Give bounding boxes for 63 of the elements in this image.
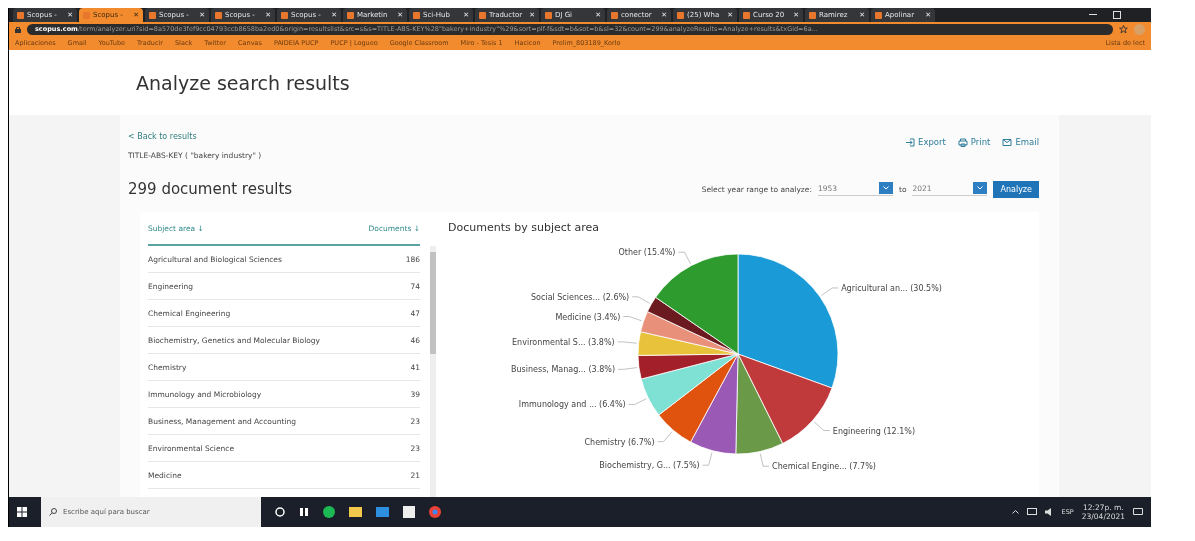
- slice-label: Business, Manag... (3.8%): [511, 365, 616, 375]
- network-icon[interactable]: [1026, 508, 1037, 516]
- task-view-icon[interactable]: [299, 507, 309, 517]
- leader-line: [631, 296, 650, 304]
- leader-line: [813, 421, 831, 431]
- site-icon: [545, 11, 552, 19]
- action-link[interactable]: Export: [905, 124, 946, 160]
- browser-icon[interactable]: [429, 506, 441, 518]
- site-icon: [875, 11, 882, 19]
- leader-line: [628, 398, 647, 405]
- minimize-icon[interactable]: [1089, 14, 1097, 16]
- slice-label: Chemistry (6.7%): [584, 437, 655, 447]
- site-icon: [413, 11, 420, 19]
- slice-label: Other (15.4%): [618, 248, 676, 258]
- leader-line: [678, 251, 691, 265]
- action-link[interactable]: Email: [1002, 124, 1039, 160]
- leader-line: [617, 341, 637, 344]
- slice-label: Immunology and ... (6.4%): [518, 400, 626, 410]
- caret-icon: [878, 182, 893, 194]
- site-icon: [281, 11, 288, 19]
- site-icon: [149, 11, 156, 19]
- export-icon: [905, 137, 915, 147]
- maximize-icon[interactable]: [1113, 11, 1121, 19]
- leader-line: [821, 287, 839, 296]
- circle-icon[interactable]: [275, 507, 285, 517]
- leader-line: [617, 367, 638, 370]
- site-icon: [809, 11, 816, 19]
- slice-label: Chemical Engine... (7.7%): [772, 462, 876, 472]
- site-icon: [677, 11, 684, 19]
- site-icon: [347, 11, 354, 19]
- windows-icon[interactable]: [17, 507, 27, 517]
- leader-line: [702, 452, 713, 466]
- chevron-icon[interactable]: [1011, 510, 1019, 514]
- analyze-button[interactable]: Analyze: [993, 180, 1039, 198]
- back-link[interactable]: < Back to results: [128, 132, 197, 141]
- scrollbar[interactable]: [430, 246, 436, 497]
- leader-line: [759, 453, 770, 467]
- speaker-icon[interactable]: [1044, 508, 1054, 516]
- chart-title: Documents by subject area: [448, 221, 601, 234]
- star-icon[interactable]: [1119, 24, 1128, 34]
- lock-icon: [15, 25, 21, 33]
- site-icon: [743, 11, 750, 19]
- page-title: Analyze search results: [136, 71, 350, 94]
- leader-line: [657, 431, 673, 442]
- site-icon: [17, 11, 24, 19]
- slice-label: Environmental S... (3.8%): [512, 337, 615, 347]
- slice-label: Biochemistry, G... (7.5%): [599, 461, 700, 471]
- slice-label: Social Sciences... (2.6%): [531, 292, 630, 302]
- caret-icon: [973, 182, 988, 194]
- envelope-icon: [1002, 137, 1013, 147]
- site-icon: [611, 11, 618, 19]
- search-icon: [49, 508, 57, 516]
- slice-label: Agricultural an... (30.5%): [841, 283, 942, 293]
- results-count: 299 document results: [128, 180, 293, 198]
- printer-icon: [957, 137, 968, 147]
- slice-label: Engineering (12.1%): [832, 426, 916, 436]
- music-app-icon[interactable]: [323, 506, 335, 518]
- slice-label: Medicine (3.4%): [555, 312, 621, 322]
- leader-line: [622, 316, 642, 322]
- action-link[interactable]: Print: [957, 124, 991, 160]
- site-icon: [479, 11, 486, 19]
- notification-icon[interactable]: [1133, 507, 1143, 517]
- site-icon: [215, 11, 222, 19]
